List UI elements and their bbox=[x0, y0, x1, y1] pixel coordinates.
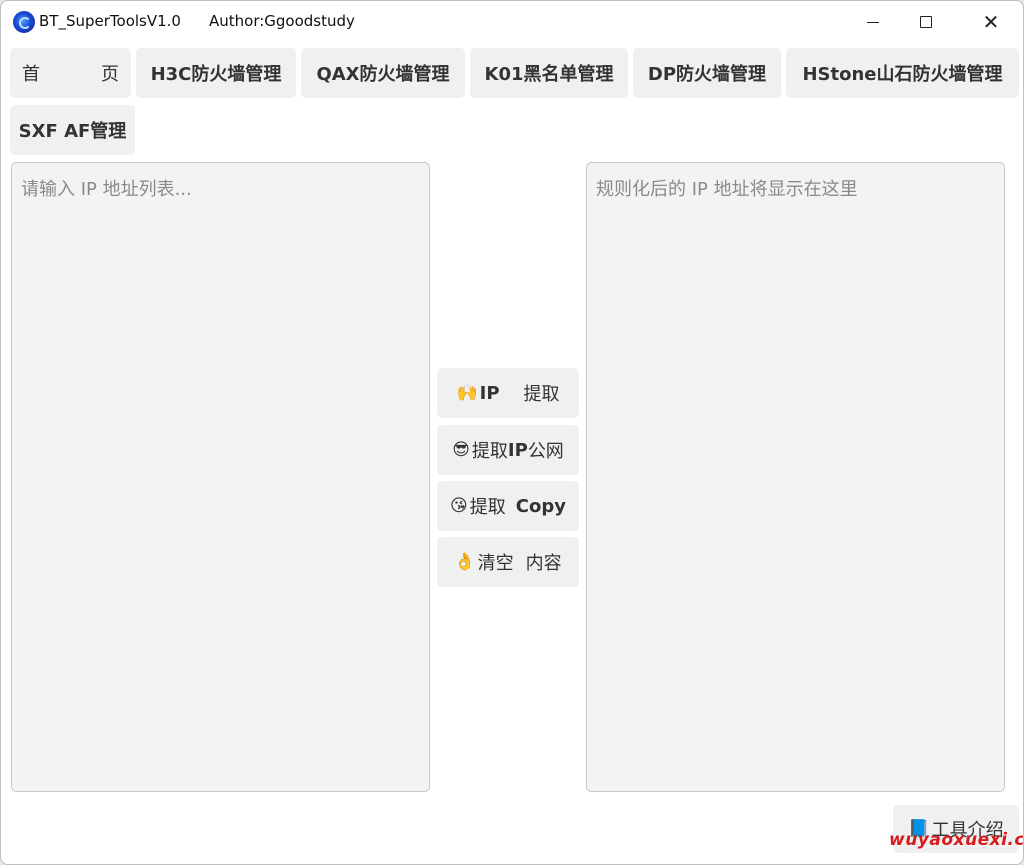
tab-hstone-firewall[interactable]: HStone山石防火墙管理 bbox=[786, 48, 1019, 98]
extract-copy-button[interactable]: 😘 提取 Copy bbox=[437, 481, 579, 531]
extract-copy-label-b: Copy bbox=[515, 495, 566, 517]
app-logo-icon bbox=[13, 11, 35, 33]
tab-h3c-firewall[interactable]: H3C防火墙管理 bbox=[136, 48, 296, 98]
tab-home-label-left: 首 bbox=[22, 64, 40, 85]
extract-public-ip-label-a: 提取 bbox=[471, 441, 508, 462]
extract-public-ip-label-b: IP bbox=[507, 439, 528, 461]
tab-qax-firewall[interactable]: QAX防火墙管理 bbox=[301, 48, 465, 98]
kiss-face-icon: 😘 bbox=[450, 496, 468, 516]
app-window: BT_SuperToolsV1.0 Author:Ggoodstudy ✕ 首 … bbox=[0, 0, 1024, 865]
author-label: Author:Ggoodstudy bbox=[209, 12, 355, 30]
minimize-button[interactable] bbox=[843, 1, 903, 43]
clear-content-button[interactable]: 👌 清空 内容 bbox=[437, 537, 579, 587]
maximize-icon bbox=[920, 16, 932, 28]
tab-dp-firewall[interactable]: DP防火墙管理 bbox=[633, 48, 781, 98]
extract-ip-button[interactable]: 🙌 IP 提取 bbox=[437, 368, 579, 418]
ip-output-placeholder: 规则化后的 IP 地址将显示在这里 bbox=[596, 179, 858, 200]
clear-content-label-b: 内容 bbox=[525, 553, 562, 574]
minimize-icon bbox=[867, 21, 879, 23]
maximize-button[interactable] bbox=[896, 1, 956, 43]
tab-sxf-af[interactable]: SXF AF管理 bbox=[10, 105, 135, 155]
extract-ip-label-a: IP bbox=[479, 382, 500, 404]
extract-public-ip-button[interactable]: 😎 提取 IP 公网 bbox=[437, 425, 579, 475]
window-title: BT_SuperToolsV1.0 bbox=[39, 12, 181, 30]
tab-home-label-right: 页 bbox=[101, 64, 119, 85]
clear-content-label-a: 清空 bbox=[477, 553, 514, 574]
ok-hand-icon: 👌 bbox=[454, 552, 476, 572]
title-bar[interactable]: BT_SuperToolsV1.0 Author:Ggoodstudy ✕ bbox=[1, 1, 1023, 43]
extract-ip-label-b: 提取 bbox=[523, 384, 560, 405]
tab-k01-blacklist[interactable]: K01黑名单管理 bbox=[470, 48, 628, 98]
close-icon: ✕ bbox=[982, 10, 1000, 34]
extract-copy-label-a: 提取 bbox=[469, 497, 506, 518]
close-button[interactable]: ✕ bbox=[961, 1, 1021, 43]
extract-public-ip-label-c: 公网 bbox=[527, 441, 564, 462]
sunglasses-face-icon: 😎 bbox=[452, 440, 470, 460]
raised-hands-icon: 🙌 bbox=[456, 383, 478, 403]
ip-output-textarea[interactable]: 规则化后的 IP 地址将显示在这里 bbox=[586, 162, 1005, 792]
tab-home[interactable]: 首 页 bbox=[10, 48, 131, 98]
ip-input-textarea[interactable]: 请输入 IP 地址列表... bbox=[11, 162, 430, 792]
ip-input-placeholder: 请输入 IP 地址列表... bbox=[21, 179, 192, 200]
watermark: wuyaoxuexi.cn bbox=[889, 830, 1024, 850]
